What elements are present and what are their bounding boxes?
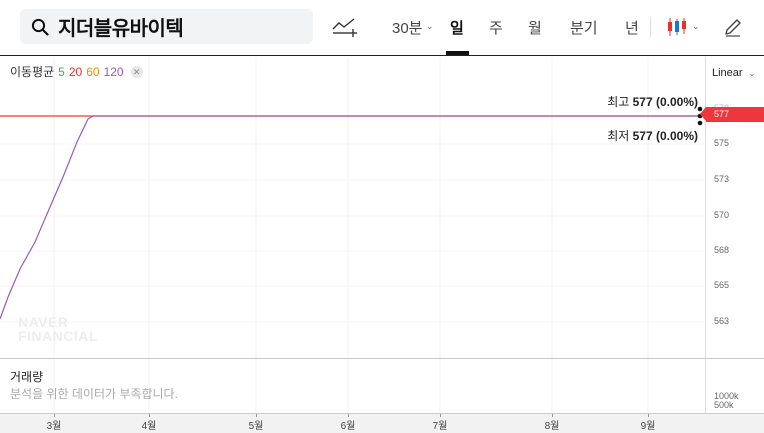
y-axis-divider [705, 359, 706, 414]
chart-toolbar: 지더블유바이텍 30분 ⌄ 일 주 월 분기 년 ⌄ [0, 0, 764, 56]
candlestick-icon[interactable] [664, 14, 690, 40]
scale-select[interactable]: Linear ⌄ [712, 67, 755, 79]
x-tick-label: 9월 [640, 421, 656, 432]
low-annotation: 최저 577 (0.00%) [607, 129, 698, 143]
toolbar-divider [650, 17, 651, 37]
y-tick-label: 563 [714, 316, 730, 326]
ma-legend-20: 20 [68, 64, 83, 79]
ma-legend-label: 이동평균 [10, 65, 55, 79]
y-tick-label: 570 [714, 210, 730, 220]
y-tick-label: 575 [714, 138, 730, 148]
stock-name[interactable]: 지더블유바이텍 [58, 12, 184, 41]
low-marker [697, 120, 703, 126]
price-chart[interactable]: 이동평균 5 20 60 120 ✕ Linear ⌄ 최고 577 (0.00%… [0, 57, 764, 358]
tab-week[interactable]: 주 [489, 17, 503, 38]
active-tab-indicator [446, 51, 469, 55]
high-annotation: 최고 577 (0.00%) [607, 95, 698, 109]
volume-panel: 거래량 분석을 위한 데이터가 부족합니다. 1000k 500k [0, 358, 764, 414]
current-price-tag: 577 [700, 107, 764, 122]
volume-tick-label: 500k [714, 400, 734, 410]
chevron-down-icon[interactable]: ⌄ [426, 21, 434, 32]
x-tick-label: 6월 [340, 421, 356, 432]
ma-line-120 [0, 115, 705, 320]
ma-legend-120: 120 [103, 64, 124, 79]
tab-day[interactable]: 일 [450, 17, 464, 38]
x-tick-label: 8월 [544, 421, 560, 432]
tab-year[interactable]: 년 [625, 17, 639, 38]
pencil-icon[interactable] [720, 14, 746, 40]
y-tick-label: 568 [714, 245, 730, 255]
y-tick-label: 573 [714, 174, 730, 184]
chevron-down-icon: ⌄ [748, 69, 756, 78]
tab-month[interactable]: 월 [528, 17, 542, 38]
x-tick-label: 7월 [432, 421, 448, 432]
search-icon[interactable] [30, 17, 50, 37]
tab-quarter[interactable]: 분기 [570, 17, 598, 38]
interval-select[interactable]: 30분 [392, 17, 423, 38]
volume-title: 거래량 [10, 370, 44, 384]
y-tick-label: 565 [714, 280, 730, 290]
ma-legend-5: 5 [58, 64, 65, 79]
stock-search-box[interactable]: 지더블유바이텍 [20, 9, 313, 44]
y-axis-divider [705, 57, 706, 358]
x-tick-label: 3월 [46, 421, 62, 432]
ma-legend-60: 60 [86, 64, 100, 79]
x-tick-label: 4월 [141, 421, 157, 432]
naver-financial-watermark: NAVER FINANCIAL [18, 314, 98, 344]
x-axis: 3월 4월 5월 6월 7월 8월 9월 [0, 413, 764, 433]
close-icon[interactable]: ✕ [130, 65, 143, 78]
ma-legend: 이동평균 5 20 60 120 ✕ [10, 63, 143, 80]
trend-line-add-icon[interactable] [332, 14, 358, 40]
chevron-down-icon[interactable]: ⌄ [692, 21, 700, 32]
volume-empty-message: 분석을 위한 데이터가 부족합니다. [10, 387, 178, 401]
x-tick-label: 5월 [248, 421, 264, 432]
